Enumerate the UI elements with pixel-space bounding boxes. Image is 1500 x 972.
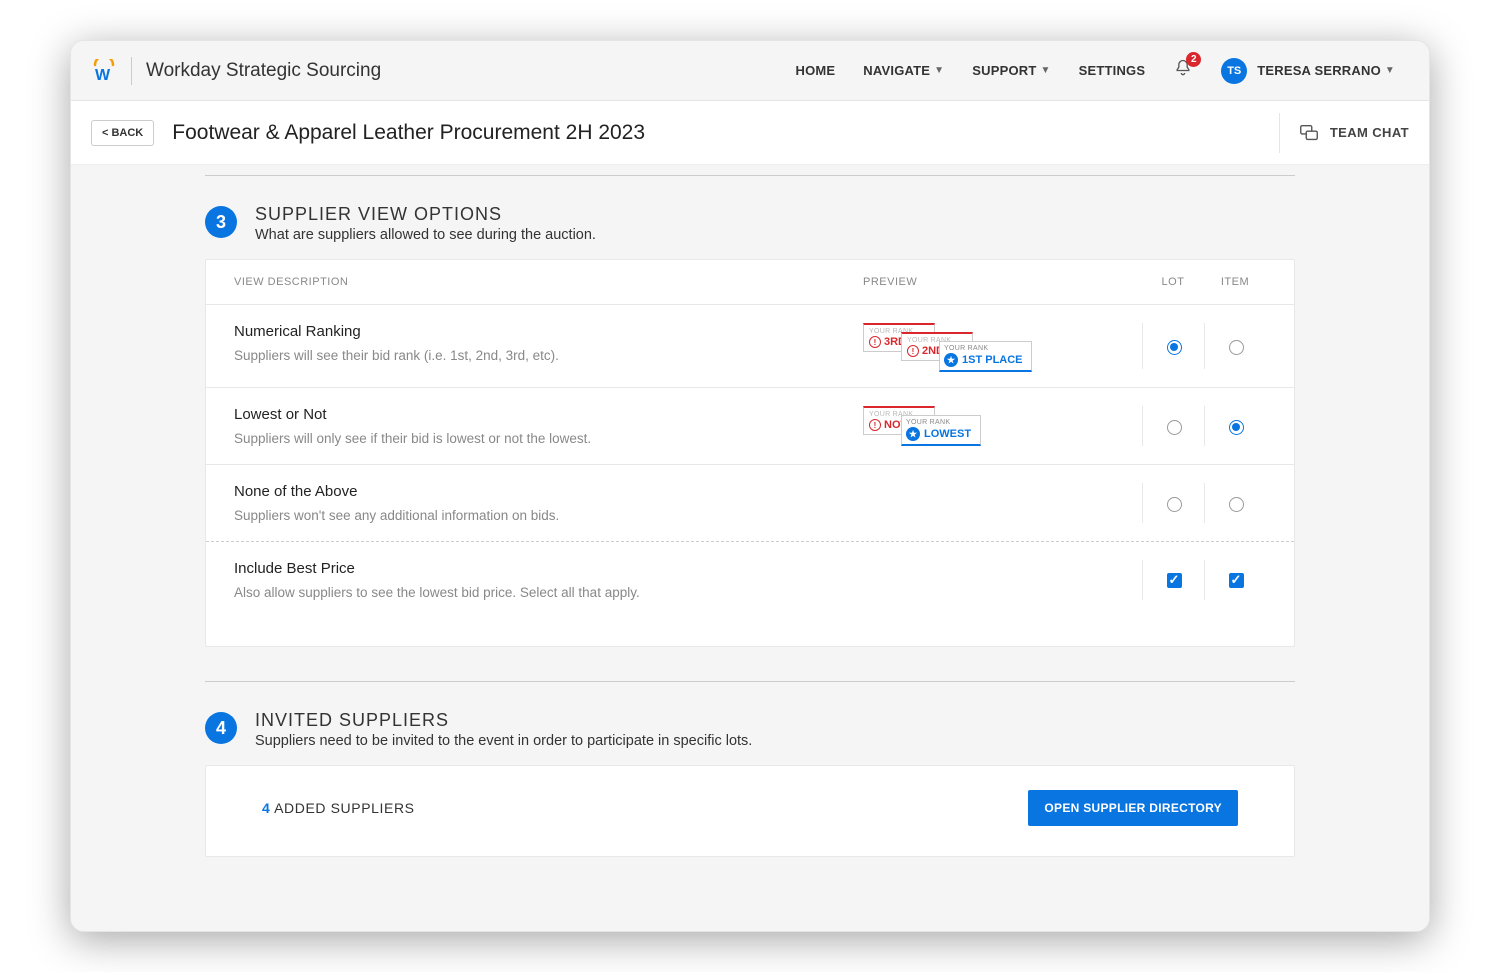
option-row-numerical: Numerical Ranking Suppliers will see the… (206, 305, 1294, 388)
option-subtitle: Suppliers will see their bid rank (i.e. … (234, 348, 843, 363)
nav-support[interactable]: SUPPORT ▼ (972, 63, 1050, 78)
nav-support-label: SUPPORT (972, 63, 1036, 78)
option-subtitle: Suppliers won't see any additional infor… (234, 508, 843, 523)
rank-badge-lowest: YOUR RANK ★ LOWEST (901, 415, 981, 446)
radio-item-numerical[interactable] (1229, 340, 1244, 355)
star-icon: ★ (906, 427, 920, 441)
chat-icon (1298, 122, 1320, 144)
radio-item-lowest[interactable] (1229, 420, 1244, 435)
page-body: 3 SUPPLIER VIEW OPTIONS What are supplie… (71, 165, 1429, 931)
radio-lot-none[interactable] (1167, 497, 1182, 512)
radio-lot-numerical[interactable] (1167, 340, 1182, 355)
nav-navigate[interactable]: NAVIGATE ▼ (863, 63, 944, 78)
user-menu[interactable]: TERESA SERRANO ▼ (1257, 63, 1395, 78)
nav-navigate-label: NAVIGATE (863, 63, 930, 78)
svg-text:W: W (95, 67, 111, 83)
back-button[interactable]: < BACK (91, 120, 154, 146)
top-nav: W Workday Strategic Sourcing HOME NAVIGA… (71, 41, 1429, 101)
added-count-label: ADDED SUPPLIERS (274, 800, 414, 816)
alert-icon: ! (869, 419, 881, 431)
option-row-lowest: Lowest or Not Suppliers will only see if… (206, 388, 1294, 465)
badge-label: YOUR RANK (906, 419, 972, 426)
option-title: Numerical Ranking (234, 323, 843, 340)
notification-badge: 2 (1186, 52, 1201, 67)
option-subtitle: Suppliers will only see if their bid is … (234, 431, 843, 446)
user-name-label: TERESA SERRANO (1257, 63, 1381, 78)
chevron-down-icon: ▼ (1041, 65, 1051, 76)
chevron-down-icon: ▼ (1385, 65, 1395, 76)
section-4-header: 4 INVITED SUPPLIERS Suppliers need to be… (205, 710, 1295, 749)
page-subheader: < BACK Footwear & Apparel Leather Procur… (71, 101, 1429, 165)
option-title: Include Best Price (234, 560, 843, 577)
chevron-down-icon: ▼ (934, 65, 944, 76)
section-3-header: 3 SUPPLIER VIEW OPTIONS What are supplie… (205, 204, 1295, 243)
nav-home[interactable]: HOME (795, 63, 835, 78)
checkbox-lot-best-price[interactable] (1167, 573, 1182, 588)
divider (205, 175, 1295, 176)
preview-lowest: YOUR RANK !NOT YOUR RANK ★LOWEST (863, 406, 1143, 444)
radio-item-none[interactable] (1229, 497, 1244, 512)
option-title: None of the Above (234, 483, 843, 500)
nav-settings[interactable]: SETTINGS (1079, 63, 1146, 78)
workday-logo-icon: W (91, 58, 117, 84)
section-3-title: SUPPLIER VIEW OPTIONS (255, 204, 596, 225)
team-chat-label: TEAM CHAT (1330, 125, 1409, 140)
brand-title: Workday Strategic Sourcing (146, 60, 381, 82)
option-row-none: None of the Above Suppliers won't see an… (206, 465, 1294, 541)
option-subtitle: Also allow suppliers to see the lowest b… (234, 585, 843, 600)
notifications-button[interactable]: 2 (1173, 58, 1193, 83)
col-header-preview: PREVIEW (863, 276, 1143, 288)
badge-value: LOWEST (924, 428, 971, 440)
user-avatar[interactable]: TS (1221, 58, 1247, 84)
added-suppliers-count: 4 ADDED SUPPLIERS (262, 800, 415, 816)
nav-settings-label: SETTINGS (1079, 63, 1146, 78)
section-4-subtitle: Suppliers need to be invited to the even… (255, 733, 752, 749)
badge-value: 1ST PLACE (962, 354, 1023, 366)
col-header-lot: LOT (1142, 276, 1204, 288)
open-supplier-directory-button[interactable]: OPEN SUPPLIER DIRECTORY (1028, 790, 1238, 826)
alert-icon: ! (907, 345, 919, 357)
col-header-item: ITEM (1204, 276, 1266, 288)
col-header-description: VIEW DESCRIPTION (234, 276, 863, 288)
alert-icon: ! (869, 336, 881, 348)
badge-label: YOUR RANK (944, 345, 1023, 352)
step-badge-3: 3 (205, 206, 237, 238)
added-count-number: 4 (262, 800, 270, 816)
supplier-view-options-panel: VIEW DESCRIPTION PREVIEW LOT ITEM Numeri… (205, 259, 1295, 647)
step-badge-4: 4 (205, 712, 237, 744)
page-title: Footwear & Apparel Leather Procurement 2… (172, 121, 645, 145)
radio-lot-lowest[interactable] (1167, 420, 1182, 435)
team-chat-button[interactable]: TEAM CHAT (1298, 122, 1409, 144)
section-3-subtitle: What are suppliers allowed to see during… (255, 227, 596, 243)
nav-home-label: HOME (795, 63, 835, 78)
options-table-header: VIEW DESCRIPTION PREVIEW LOT ITEM (206, 260, 1294, 305)
option-row-best-price: Include Best Price Also allow suppliers … (206, 541, 1294, 618)
divider (205, 681, 1295, 682)
checkbox-item-best-price[interactable] (1229, 573, 1244, 588)
brand-divider (131, 57, 132, 85)
preview-numerical: YOUR RANK !3RD YOUR RANK !2ND YOUR RANK … (863, 323, 1143, 369)
invited-suppliers-panel: 4 ADDED SUPPLIERS OPEN SUPPLIER DIRECTOR… (205, 765, 1295, 857)
star-icon: ★ (944, 353, 958, 367)
rank-badge-1st: YOUR RANK ★ 1ST PLACE (939, 341, 1032, 372)
divider (1279, 113, 1280, 153)
section-4-title: INVITED SUPPLIERS (255, 710, 752, 731)
app-window: W Workday Strategic Sourcing HOME NAVIGA… (70, 40, 1430, 932)
option-title: Lowest or Not (234, 406, 843, 423)
